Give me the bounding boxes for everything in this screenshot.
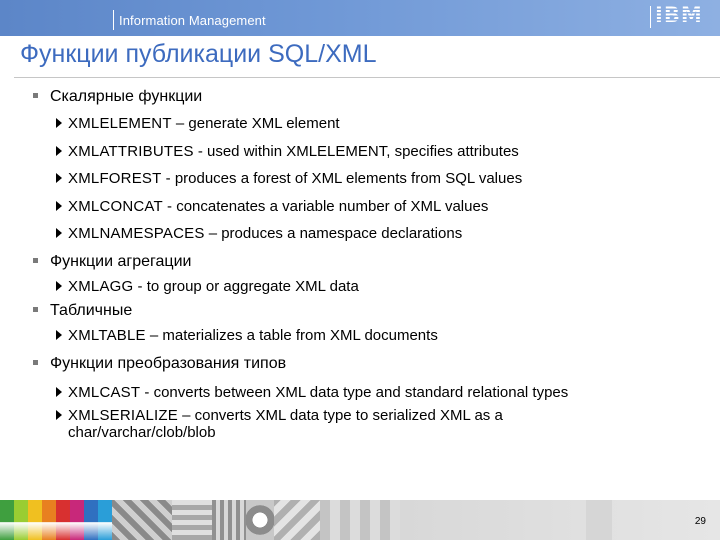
title-rule — [14, 77, 720, 78]
square-bullet-icon — [33, 93, 38, 98]
footer-color-tile — [98, 500, 112, 540]
arrow-bullet-icon — [56, 146, 62, 156]
footer-pattern-tile — [320, 500, 400, 540]
function-name: XMLTABLE — [68, 327, 146, 344]
arrow-bullet-icon — [56, 173, 62, 183]
footer-pattern-tile — [172, 500, 212, 540]
square-bullet-icon — [33, 258, 38, 263]
header-divider — [113, 10, 114, 30]
footer-pattern-tile — [274, 500, 320, 540]
footer-color-tile — [14, 500, 28, 540]
footer-color-tile — [56, 500, 70, 540]
function-name: XMLFOREST — [68, 170, 162, 187]
arrow-bullet-icon — [56, 201, 62, 211]
function-description: - converts between XML data type and sta… — [140, 384, 569, 401]
footer-color-tile — [84, 500, 98, 540]
function-name: XMLAGG — [68, 278, 134, 295]
page-number: 29 — [694, 516, 706, 527]
footer-color-tile — [70, 500, 84, 540]
function-description: - used within XMLELEMENT, specifies attr… — [193, 143, 519, 160]
arrow-bullet-icon — [56, 410, 62, 420]
header-bar: Information Management IBM — [0, 0, 720, 36]
function-description: – converts XML data type to serialized X… — [177, 407, 503, 424]
footer-color-tile — [42, 500, 56, 540]
function-description: – materializes a table from XML document… — [145, 327, 438, 344]
footer-color-tile — [28, 500, 42, 540]
bullet-label: Табличные — [50, 302, 133, 319]
function-name: XMLELEMENT — [68, 115, 172, 132]
arrow-bullet-icon — [56, 118, 62, 128]
square-bullet-icon — [33, 307, 38, 312]
arrow-bullet-icon — [56, 387, 62, 397]
function-name: XMLATTRIBUTES — [68, 143, 194, 160]
function-description: - produces a forest of XML elements from… — [161, 170, 523, 187]
arrow-bullet-icon — [56, 281, 62, 291]
footer-pattern-tile — [246, 500, 274, 540]
function-description: – produces a namespace declarations — [204, 225, 463, 242]
function-name: XMLSERIALIZE — [68, 407, 178, 424]
footer-pattern-tile — [212, 500, 246, 540]
section-label: Information Management — [119, 13, 266, 28]
arrow-bullet-icon — [56, 330, 62, 340]
ibm-logo: IBM — [655, 3, 703, 27]
function-name: XMLCONCAT — [68, 198, 163, 215]
footer-pattern-tile — [586, 500, 612, 540]
footer-color-tile — [0, 500, 14, 540]
list-item-continuation: char/varchar/clob/blob — [68, 424, 216, 441]
function-description: – generate XML element — [171, 115, 340, 132]
function-name: XMLCAST — [68, 384, 141, 401]
function-description: - concatenates a variable number of XML … — [162, 198, 489, 215]
footer-pattern-tile — [112, 500, 172, 540]
function-description: - to group or aggregate XML data — [133, 278, 359, 295]
arrow-bullet-icon — [56, 228, 62, 238]
footer-bar: 29 — [0, 500, 720, 540]
function-name: XMLNAMESPACES — [68, 225, 205, 242]
logo-divider — [650, 6, 651, 28]
bullet-label: Скалярные функции — [50, 88, 203, 105]
square-bullet-icon — [33, 360, 38, 365]
slide-title: Функции публикации SQL/XML — [20, 40, 377, 68]
bullet-label: Функции агрегации — [50, 253, 192, 270]
bullet-label: Функции преобразования типов — [50, 355, 287, 372]
